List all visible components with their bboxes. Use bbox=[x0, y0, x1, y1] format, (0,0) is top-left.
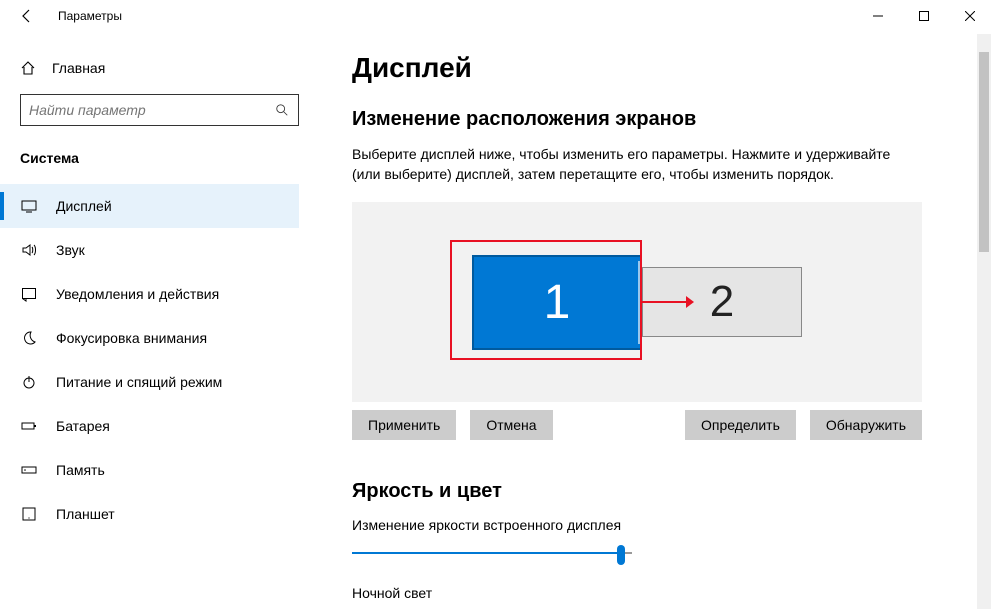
nav-label: Батарея bbox=[56, 418, 110, 434]
nav-label: Питание и спящий режим bbox=[56, 374, 222, 390]
nav-item-tablet[interactable]: Планшет bbox=[0, 492, 299, 536]
arrow-left-icon bbox=[19, 8, 35, 24]
home-label: Главная bbox=[52, 60, 105, 76]
identify-button[interactable]: Определить bbox=[685, 410, 796, 440]
back-button[interactable] bbox=[12, 8, 42, 24]
slider-thumb[interactable] bbox=[617, 545, 625, 565]
arrange-heading: Изменение расположения экранов bbox=[352, 108, 953, 131]
display-icon bbox=[20, 198, 38, 214]
storage-icon bbox=[20, 462, 38, 478]
tablet-icon bbox=[20, 506, 38, 522]
battery-icon bbox=[20, 418, 38, 434]
close-button[interactable] bbox=[947, 0, 993, 32]
nav-label: Фокусировка внимания bbox=[56, 330, 207, 346]
search-icon bbox=[266, 103, 298, 117]
home-link[interactable]: Главная bbox=[20, 60, 299, 76]
nav-item-storage[interactable]: Память bbox=[0, 448, 299, 492]
minimize-button[interactable] bbox=[855, 0, 901, 32]
search-box[interactable] bbox=[20, 94, 299, 126]
section-heading: Система bbox=[20, 150, 299, 166]
monitor-1[interactable]: 1 bbox=[472, 255, 642, 350]
home-icon bbox=[20, 60, 36, 76]
night-light-label: Ночной свет bbox=[352, 585, 953, 601]
sound-icon bbox=[20, 242, 38, 258]
page-title: Дисплей bbox=[352, 52, 953, 84]
notifications-icon bbox=[20, 286, 38, 302]
cancel-button[interactable]: Отмена bbox=[470, 410, 552, 440]
nav-item-focus[interactable]: Фокусировка внимания bbox=[0, 316, 299, 360]
nav-item-battery[interactable]: Батарея bbox=[0, 404, 299, 448]
nav-item-notifications[interactable]: Уведомления и действия bbox=[0, 272, 299, 316]
scrollbar[interactable] bbox=[977, 34, 991, 609]
nav-label: Память bbox=[56, 462, 105, 478]
nav-item-sound[interactable]: Звук bbox=[0, 228, 299, 272]
sidebar: Главная Система Дисплей Звук bbox=[0, 32, 320, 611]
annotation-arrow-icon bbox=[642, 294, 694, 310]
titlebar: Параметры bbox=[0, 0, 993, 32]
nav-label: Звук bbox=[56, 242, 85, 258]
window-title: Параметры bbox=[58, 9, 122, 23]
nav-item-display[interactable]: Дисплей bbox=[0, 184, 299, 228]
maximize-icon bbox=[919, 11, 929, 21]
apply-button[interactable]: Применить bbox=[352, 410, 456, 440]
moon-icon bbox=[20, 330, 38, 346]
nav-label: Дисплей bbox=[56, 198, 112, 214]
search-input[interactable] bbox=[21, 102, 266, 118]
main-content: Дисплей Изменение расположения экранов В… bbox=[320, 32, 993, 611]
arrange-buttons: Применить Отмена Определить Обнаружить bbox=[352, 410, 922, 440]
scrollbar-thumb[interactable] bbox=[979, 52, 989, 252]
brightness-heading: Яркость и цвет bbox=[352, 480, 953, 503]
nav-list: Дисплей Звук Уведомления и действия Фоку… bbox=[0, 184, 299, 536]
detect-button[interactable]: Обнаружить bbox=[810, 410, 922, 440]
nav-label: Уведомления и действия bbox=[56, 286, 219, 302]
nav-item-power[interactable]: Питание и спящий режим bbox=[0, 360, 299, 404]
brightness-label: Изменение яркости встроенного дисплея bbox=[352, 517, 953, 533]
minimize-icon bbox=[873, 11, 883, 21]
display-arrangement[interactable]: 1 2 bbox=[352, 202, 922, 402]
arrange-description: Выберите дисплей ниже, чтобы изменить ег… bbox=[352, 145, 912, 184]
brightness-slider[interactable] bbox=[352, 543, 632, 565]
close-icon bbox=[965, 11, 975, 21]
power-icon bbox=[20, 374, 38, 390]
maximize-button[interactable] bbox=[901, 0, 947, 32]
nav-label: Планшет bbox=[56, 506, 115, 522]
